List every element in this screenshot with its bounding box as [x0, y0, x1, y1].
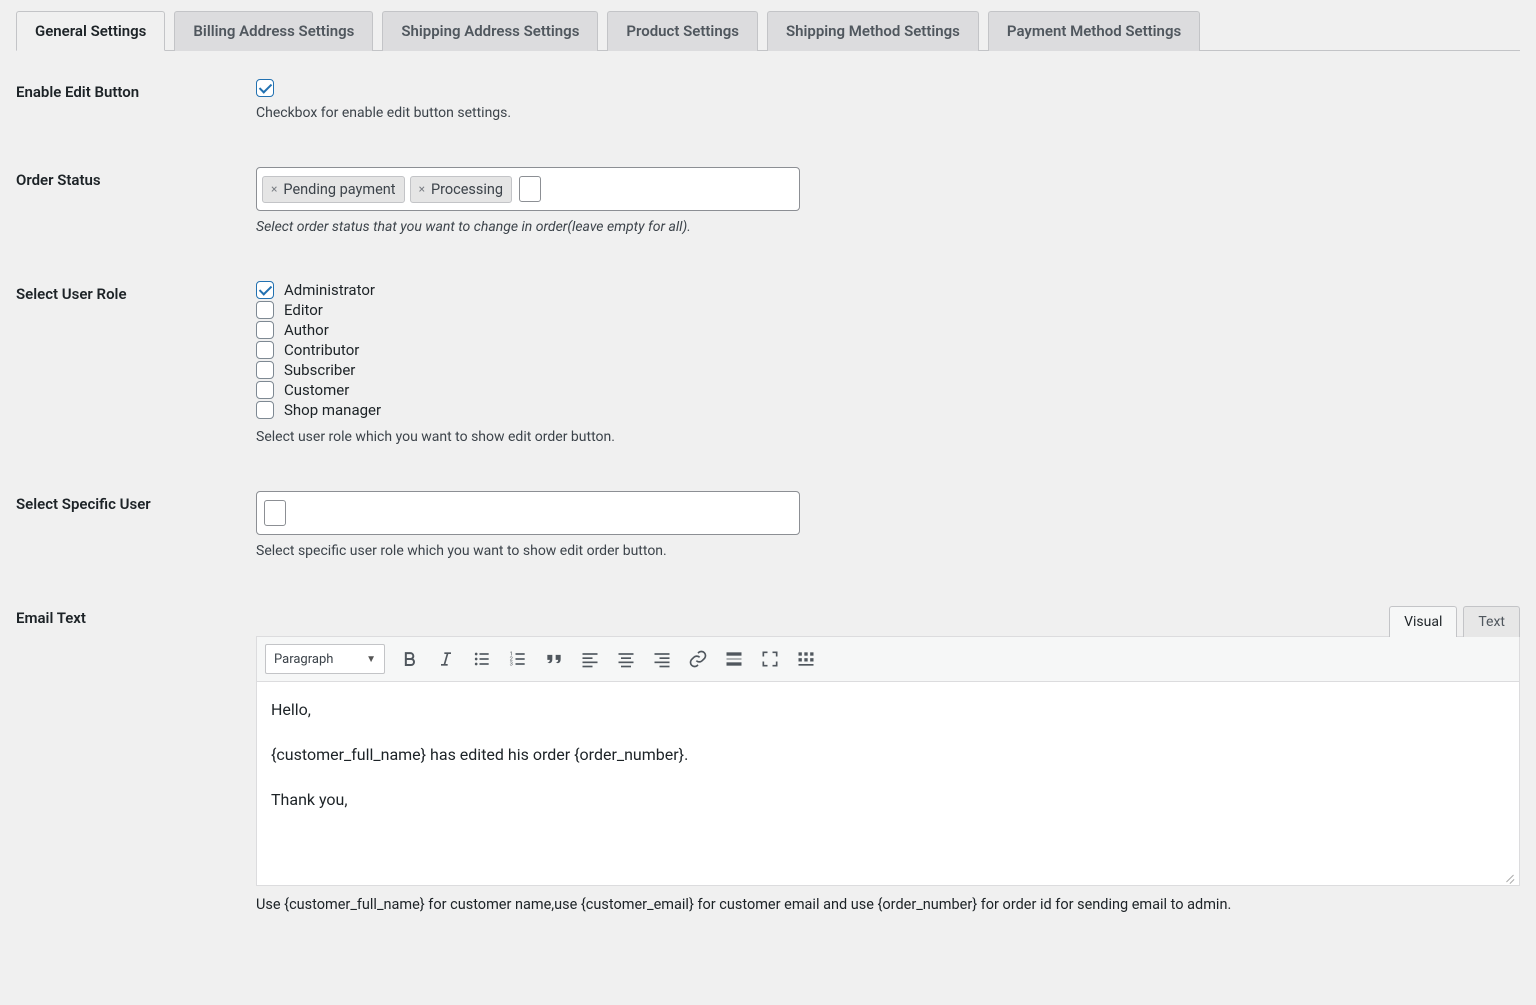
- role-name: Shop manager: [284, 401, 381, 419]
- tab-shipping-address[interactable]: Shipping Address Settings: [382, 11, 598, 51]
- row-order-status: Order Status × Pending payment × Process…: [16, 167, 1520, 235]
- format-value: Paragraph: [274, 652, 333, 667]
- role-checkbox[interactable]: [256, 321, 274, 339]
- role-customer[interactable]: Customer: [256, 381, 1520, 399]
- close-icon[interactable]: ×: [271, 182, 277, 196]
- role-checkbox[interactable]: [256, 361, 274, 379]
- rich-text-editor: Visual Text Paragraph ▼ 123: [256, 605, 1520, 886]
- editor-textarea[interactable]: Hello, {customer_full_name} has edited h…: [256, 682, 1520, 886]
- label-order-status: Order Status: [16, 167, 256, 189]
- tag-label: Processing: [431, 181, 503, 198]
- role-checkbox[interactable]: [256, 341, 274, 359]
- enable-edit-checkbox[interactable]: [256, 79, 274, 97]
- row-user-role: Select User Role Administrator Editor Au…: [16, 281, 1520, 445]
- bold-icon[interactable]: [399, 648, 421, 670]
- label-email-text: Email Text: [16, 605, 256, 627]
- editor-toolbar: Paragraph ▼ 123: [256, 636, 1520, 682]
- email-line: Thank you,: [271, 790, 1505, 809]
- specific-user-desc: Select specific user role which you want…: [256, 543, 1520, 559]
- select-handle[interactable]: [519, 176, 541, 202]
- label-specific-user: Select Specific User: [16, 491, 256, 513]
- resize-handle-icon[interactable]: [1503, 869, 1517, 883]
- format-select[interactable]: Paragraph ▼: [265, 644, 385, 674]
- read-more-icon[interactable]: [723, 648, 745, 670]
- select-handle[interactable]: [264, 500, 286, 526]
- role-shop-manager[interactable]: Shop manager: [256, 401, 1520, 419]
- email-line: {customer_full_name} has edited his orde…: [271, 745, 1505, 764]
- label-user-role: Select User Role: [16, 281, 256, 303]
- align-right-icon[interactable]: [651, 648, 673, 670]
- editor-tab-visual[interactable]: Visual: [1389, 606, 1457, 637]
- role-name: Administrator: [284, 281, 375, 299]
- role-author[interactable]: Author: [256, 321, 1520, 339]
- role-name: Subscriber: [284, 361, 355, 379]
- settings-tabs: General Settings Billing Address Setting…: [16, 10, 1520, 51]
- tag-label: Pending payment: [283, 181, 395, 198]
- role-name: Editor: [284, 301, 323, 319]
- role-name: Contributor: [284, 341, 359, 359]
- svg-text:3: 3: [510, 662, 513, 668]
- quote-icon[interactable]: [543, 648, 565, 670]
- user-role-desc: Select user role which you want to show …: [256, 429, 1520, 445]
- bullet-list-icon[interactable]: [471, 648, 493, 670]
- tab-payment-method[interactable]: Payment Method Settings: [988, 11, 1200, 51]
- order-status-select[interactable]: × Pending payment × Processing: [256, 167, 800, 211]
- label-enable-edit: Enable Edit Button: [16, 79, 256, 101]
- role-subscriber[interactable]: Subscriber: [256, 361, 1520, 379]
- tab-product[interactable]: Product Settings: [607, 11, 758, 51]
- role-administrator[interactable]: Administrator: [256, 281, 1520, 299]
- row-email-text: Email Text Visual Text Paragraph ▼ 123: [16, 605, 1520, 913]
- numbered-list-icon[interactable]: 123: [507, 648, 529, 670]
- tab-general[interactable]: General Settings: [16, 11, 165, 51]
- role-editor[interactable]: Editor: [256, 301, 1520, 319]
- role-contributor[interactable]: Contributor: [256, 341, 1520, 359]
- tag-processing[interactable]: × Processing: [410, 176, 513, 203]
- role-list: Administrator Editor Author Contributor …: [256, 281, 1520, 419]
- email-hint: Use {customer_full_name} for customer na…: [256, 896, 1520, 913]
- fullscreen-icon[interactable]: [759, 648, 781, 670]
- role-name: Author: [284, 321, 329, 339]
- enable-edit-desc: Checkbox for enable edit button settings…: [256, 105, 1520, 121]
- row-specific-user: Select Specific User Select specific use…: [16, 491, 1520, 559]
- tab-shipping-method[interactable]: Shipping Method Settings: [767, 11, 979, 51]
- align-left-icon[interactable]: [579, 648, 601, 670]
- row-enable-edit: Enable Edit Button Checkbox for enable e…: [16, 79, 1520, 121]
- align-center-icon[interactable]: [615, 648, 637, 670]
- editor-tab-text[interactable]: Text: [1463, 606, 1520, 637]
- order-status-desc: Select order status that you want to cha…: [256, 219, 1520, 235]
- role-checkbox[interactable]: [256, 381, 274, 399]
- tab-billing[interactable]: Billing Address Settings: [174, 11, 373, 51]
- role-checkbox[interactable]: [256, 401, 274, 419]
- email-line: Hello,: [271, 700, 1505, 719]
- tag-pending[interactable]: × Pending payment: [262, 176, 405, 203]
- role-checkbox[interactable]: [256, 301, 274, 319]
- role-name: Customer: [284, 381, 349, 399]
- specific-user-select[interactable]: [256, 491, 800, 535]
- role-checkbox[interactable]: [256, 281, 274, 299]
- toolbar-toggle-icon[interactable]: [795, 648, 817, 670]
- italic-icon[interactable]: [435, 648, 457, 670]
- close-icon[interactable]: ×: [419, 182, 425, 196]
- link-icon[interactable]: [687, 648, 709, 670]
- chevron-down-icon: ▼: [366, 654, 376, 665]
